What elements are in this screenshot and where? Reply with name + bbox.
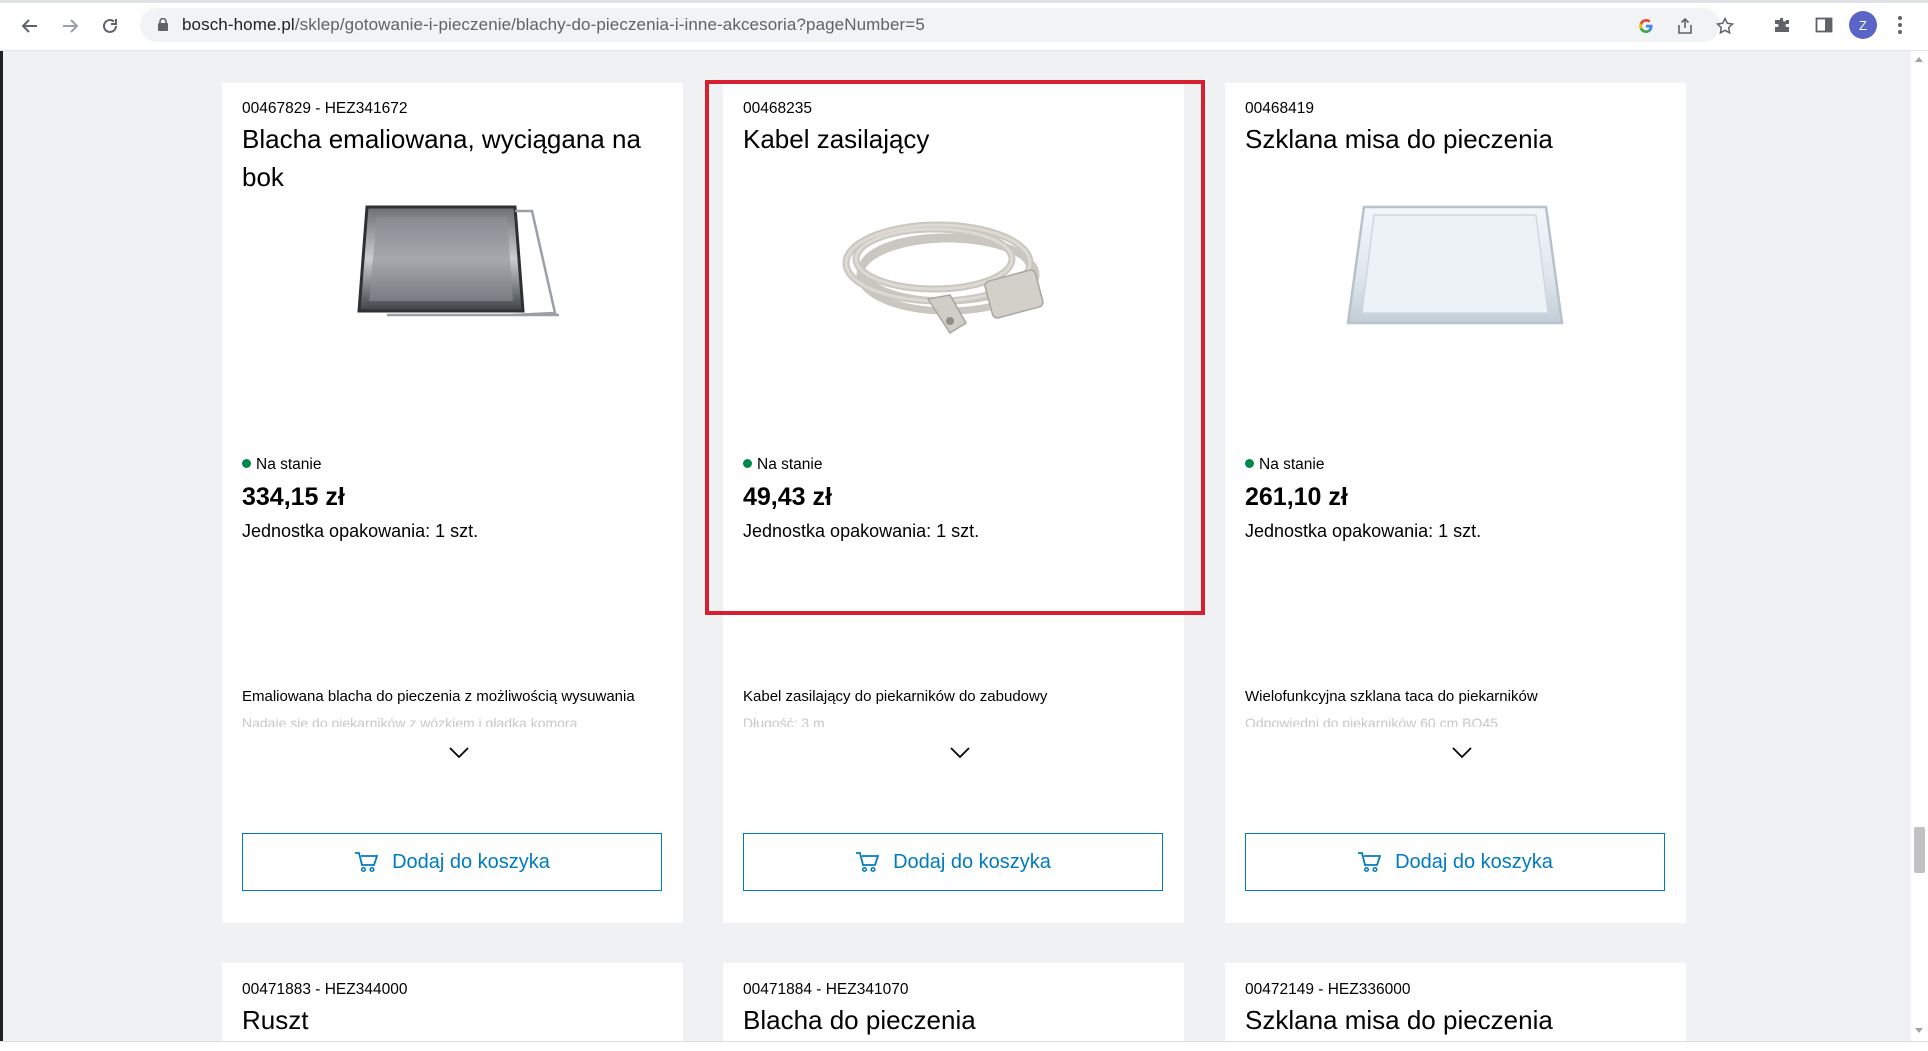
packaging-unit: Jednostka opakowania: 1 szt. bbox=[242, 521, 479, 541]
product-code: 00472149 - HEZ336000 bbox=[1245, 981, 1411, 998]
product-code: 00471883 - HEZ344000 bbox=[242, 981, 408, 998]
packaging-unit: Jednostka opakowania: 1 szt. bbox=[743, 521, 980, 541]
chevron-down-icon[interactable] bbox=[447, 743, 471, 761]
window-left-edge bbox=[0, 51, 3, 1050]
product-name[interactable]: Szklana misa do pieczenia bbox=[1245, 1001, 1665, 1039]
product-description: Kabel zasilający do piekarników do zabud… bbox=[743, 688, 1048, 705]
product-description-faded: Długość: 3 m bbox=[743, 715, 825, 727]
stock-label: Na stanie bbox=[256, 456, 322, 473]
cart-icon bbox=[856, 852, 880, 873]
bookmark-star-icon[interactable] bbox=[1714, 15, 1736, 37]
back-button[interactable] bbox=[12, 12, 48, 40]
in-stock-dot-icon bbox=[1245, 458, 1254, 468]
product-code: 00471884 - HEZ341070 bbox=[743, 981, 909, 998]
in-stock-dot-icon bbox=[242, 458, 251, 468]
packaging-unit: Jednostka opakowania: 1 szt. bbox=[1245, 521, 1482, 541]
stock-status: Na stanie bbox=[743, 456, 822, 474]
product-card[interactable]: 00467829 - HEZ341672 Blacha emaliowana, … bbox=[222, 83, 683, 923]
product-code: 00468419 bbox=[1245, 100, 1314, 117]
product-name[interactable]: Ruszt bbox=[242, 1001, 662, 1039]
kebab-menu-icon bbox=[1898, 16, 1902, 34]
product-card[interactable]: 00468235 Kabel zasilający Na stanie 49,4… bbox=[723, 83, 1184, 923]
product-card[interactable]: 00471884 - HEZ341070 Blacha do pieczenia bbox=[723, 963, 1184, 1050]
chevron-down-icon[interactable] bbox=[948, 743, 972, 761]
product-card[interactable]: 00471883 - HEZ344000 Ruszt bbox=[222, 963, 683, 1050]
vertical-scrollbar[interactable] bbox=[1911, 51, 1928, 1042]
reload-button[interactable] bbox=[92, 12, 128, 40]
product-card[interactable]: 00468419 Szklana misa do pieczenia Na st… bbox=[1225, 83, 1686, 923]
chrome-menu-button[interactable] bbox=[1888, 10, 1912, 40]
product-image-glass-dish[interactable] bbox=[1340, 203, 1570, 333]
product-description: Emaliowana blacha do pieczenia z możliwo… bbox=[242, 688, 635, 705]
arrow-right-icon bbox=[63, 19, 79, 33]
scroll-up-arrow-icon[interactable] bbox=[1915, 57, 1923, 62]
scrollbar-thumb[interactable] bbox=[1914, 827, 1925, 873]
cart-icon bbox=[1358, 852, 1382, 873]
add-to-cart-label: Dodaj do koszyka bbox=[392, 850, 550, 873]
product-description-faded: Odpowiedni do piekarników 60 cm BO45 bbox=[1245, 715, 1498, 727]
url-path: /sklep/gotowanie-i-pieczenie/blachy-do-p… bbox=[294, 15, 925, 34]
add-to-cart-button[interactable]: Dodaj do koszyka bbox=[1245, 833, 1665, 891]
product-code: 00467829 - HEZ341672 bbox=[242, 100, 408, 117]
product-image-baking-tray[interactable] bbox=[337, 203, 567, 333]
stock-status: Na stanie bbox=[1245, 456, 1324, 474]
stock-label: Na stanie bbox=[757, 456, 823, 473]
product-description-faded: Nadaje się do piekarników z wózkiem i gł… bbox=[242, 715, 578, 727]
product-code: 00468235 bbox=[743, 100, 812, 117]
product-card[interactable]: 00472149 - HEZ336000 Szklana misa do pie… bbox=[1225, 963, 1686, 1050]
avatar: Z bbox=[1849, 11, 1877, 39]
stock-label: Na stanie bbox=[1259, 456, 1325, 473]
product-name[interactable]: Szklana misa do pieczenia bbox=[1245, 120, 1665, 158]
product-price: 334,15 zł bbox=[242, 483, 345, 511]
scroll-down-arrow-icon[interactable] bbox=[1915, 1028, 1923, 1033]
product-image-power-cable[interactable] bbox=[838, 203, 1068, 353]
puzzle-icon bbox=[1775, 18, 1789, 32]
google-lens-icon[interactable] bbox=[1635, 15, 1657, 37]
in-stock-dot-icon bbox=[743, 458, 752, 468]
cart-icon bbox=[355, 852, 379, 873]
add-to-cart-button[interactable]: Dodaj do koszyka bbox=[242, 833, 662, 891]
url-text: bosch-home.pl/sklep/gotowanie-i-pieczeni… bbox=[182, 15, 925, 35]
side-panel-button[interactable] bbox=[1809, 10, 1839, 40]
url-host: bosch-home.pl bbox=[182, 15, 295, 34]
reload-icon bbox=[103, 18, 117, 33]
lock-icon bbox=[158, 18, 168, 31]
stock-status: Na stanie bbox=[242, 456, 321, 474]
tab-strip bbox=[0, 0, 1928, 3]
add-to-cart-label: Dodaj do koszyka bbox=[893, 850, 1051, 873]
side-panel-icon bbox=[1815, 17, 1833, 33]
product-price: 49,43 zł bbox=[743, 483, 832, 511]
browser-toolbar: bosch-home.pl/sklep/gotowanie-i-pieczeni… bbox=[0, 0, 1928, 51]
product-name[interactable]: Blacha emaliowana, wyciągana na bok bbox=[242, 120, 662, 196]
forward-button[interactable] bbox=[52, 12, 88, 40]
product-name[interactable]: Kabel zasilający bbox=[743, 120, 1163, 158]
profile-button[interactable]: Z bbox=[1848, 10, 1878, 40]
address-bar[interactable]: bosch-home.pl/sklep/gotowanie-i-pieczeni… bbox=[140, 8, 1734, 42]
add-to-cart-button[interactable]: Dodaj do koszyka bbox=[743, 833, 1163, 891]
product-price: 261,10 zł bbox=[1245, 483, 1348, 511]
add-to-cart-label: Dodaj do koszyka bbox=[1395, 850, 1553, 873]
arrow-left-icon bbox=[21, 19, 37, 33]
extensions-button[interactable] bbox=[1767, 10, 1797, 40]
product-name[interactable]: Blacha do pieczenia bbox=[743, 1001, 1163, 1039]
share-icon[interactable] bbox=[1674, 15, 1696, 37]
product-description: Wielofunkcyjna szklana taca do piekarnik… bbox=[1245, 688, 1538, 705]
chevron-down-icon[interactable] bbox=[1450, 743, 1474, 761]
